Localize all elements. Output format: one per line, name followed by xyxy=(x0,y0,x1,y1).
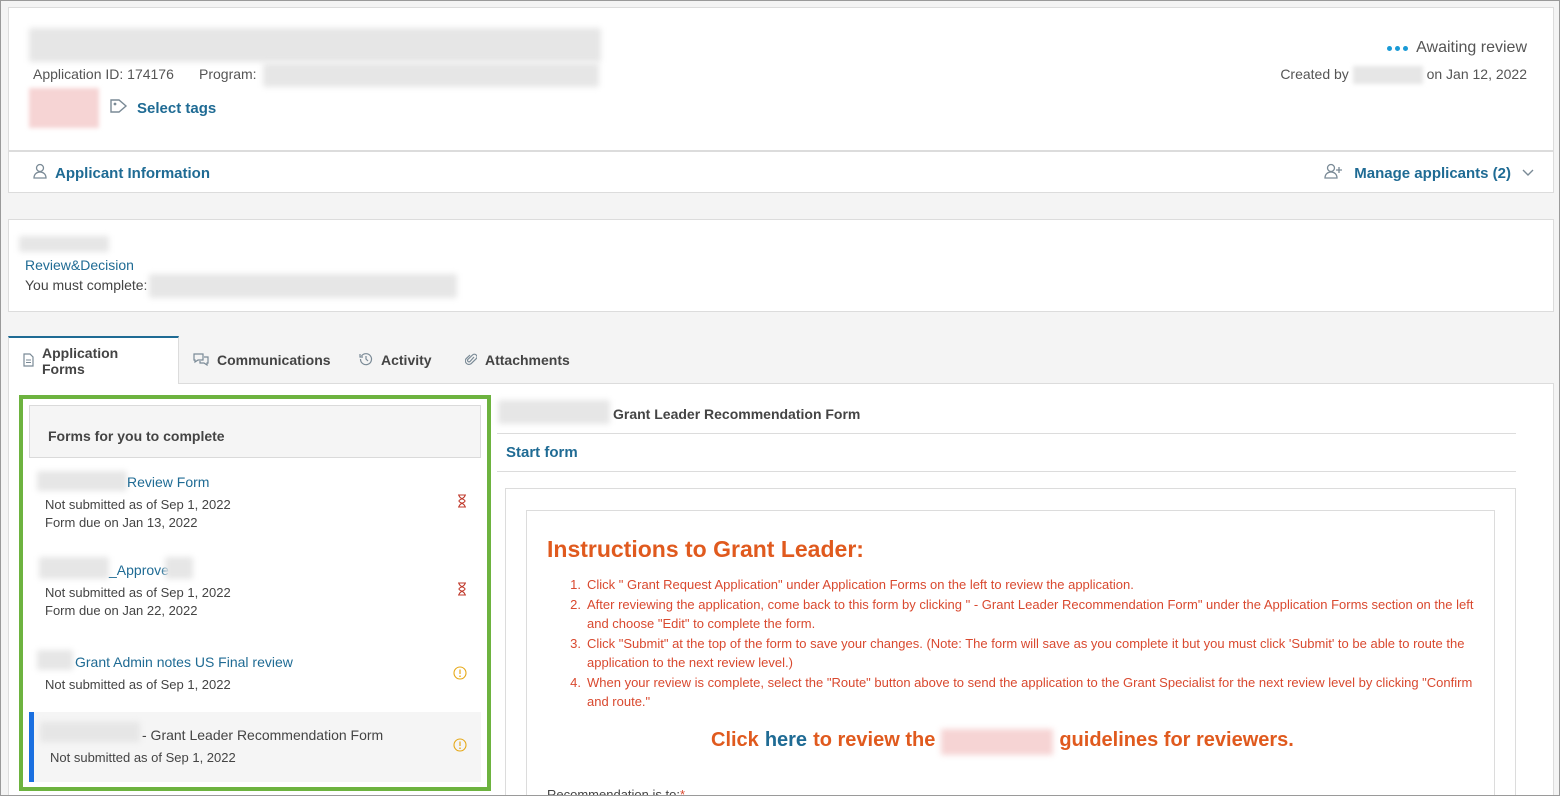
must-complete-label: You must complete: xyxy=(25,277,148,293)
redacted-application-title xyxy=(29,28,601,62)
manage-applicants-label: Manage applicants (2) xyxy=(1354,164,1511,182)
guidelines-prefix: Click xyxy=(711,729,759,751)
recommendation-label: Recommendation is to:* xyxy=(547,787,686,796)
redacted-form-prefix xyxy=(37,650,73,670)
redacted-program-name xyxy=(263,63,599,87)
instructions-title: Instructions to Grant Leader: xyxy=(547,536,864,562)
guidelines-suffix: guidelines for reviewers. xyxy=(1059,729,1294,751)
form-heading: Grant Leader Recommendation Form xyxy=(613,406,861,422)
applicant-information-label: Applicant Information xyxy=(55,164,210,182)
divider xyxy=(497,433,1516,434)
instruction-step-text: After reviewing the application, come ba… xyxy=(587,596,1474,632)
form-title[interactable]: _Approve xyxy=(109,562,169,578)
form-due: Form due on Jan 22, 2022 xyxy=(45,603,198,618)
tab-activity[interactable]: Activity xyxy=(345,336,446,384)
form-title[interactable]: - Grant Leader Recommendation Form xyxy=(142,727,383,743)
history-icon xyxy=(359,352,373,369)
redacted-form-prefix xyxy=(37,471,127,491)
form-due: Form due on Jan 13, 2022 xyxy=(45,515,198,530)
redacted-form-prefix xyxy=(39,557,109,579)
app-window: Application ID: 174176 Program: Select t… xyxy=(0,0,1560,796)
select-tags-label: Select tags xyxy=(137,99,217,117)
form-status: Not submitted as of Sep 1, 2022 xyxy=(45,497,231,512)
applicant-bar: Applicant Information Manage applicants … xyxy=(8,151,1554,193)
info-icon xyxy=(453,666,467,683)
tab-attachments[interactable]: Attachments xyxy=(451,336,584,384)
instructions-list: 1. Click " Grant Request Application" und… xyxy=(547,575,1477,712)
instruction-step: 2. After reviewing the application, come … xyxy=(547,595,1477,634)
paperclip-icon xyxy=(464,352,478,369)
more-dots-icon xyxy=(1387,45,1409,51)
program-label: Program: xyxy=(199,66,257,82)
tab-label: Application Forms xyxy=(42,345,119,377)
instruction-step-text: Click "Submit" at the top of the form to… xyxy=(587,635,1465,671)
redacted-creator xyxy=(1352,66,1423,85)
redacted-form-prefix xyxy=(498,400,610,424)
review-decision-card: Review&Decision You must complete: xyxy=(8,219,1554,312)
created-by-label: Created by xyxy=(1280,66,1349,82)
add-user-icon xyxy=(1324,163,1344,183)
form-item-grant-leader-recommendation[interactable]: - Grant Leader Recommendation Form Not s… xyxy=(29,712,481,782)
forms-panel-heading: Forms for you to complete xyxy=(29,405,481,458)
tag-icon xyxy=(109,98,129,118)
instruction-step-text: Click " Grant Request Application" under… xyxy=(587,577,1134,592)
start-form-button[interactable]: Start form xyxy=(506,444,578,461)
tab-label: Attachments xyxy=(485,352,570,368)
redacted-organization xyxy=(941,729,1054,755)
chat-icon xyxy=(193,352,209,369)
hourglass-icon xyxy=(457,494,467,511)
guidelines-mid: to review the xyxy=(813,729,936,751)
guidelines-line: Click here to review the guidelines for … xyxy=(711,729,1294,755)
redacted-form-prefix xyxy=(40,722,140,742)
form-item-approve[interactable]: _Approve Not submitted as of Sep 1, 2022… xyxy=(29,549,481,631)
instruction-step: 1. Click " Grant Request Application" und… xyxy=(547,575,1477,595)
manage-applicants-button[interactable]: Manage applicants (2) xyxy=(1324,163,1535,183)
tab-application-forms[interactable]: Application Forms xyxy=(8,336,179,384)
redacted-required-form xyxy=(149,274,457,298)
info-icon xyxy=(453,738,467,755)
forms-to-complete-panel: Forms for you to complete Review Form No… xyxy=(19,395,491,791)
instruction-step: 3. Click "Submit" at the top of the form … xyxy=(547,634,1477,673)
select-tags-button[interactable]: Select tags xyxy=(109,98,216,118)
created-date: on Jan 12, 2022 xyxy=(1426,66,1527,82)
divider xyxy=(497,471,1516,472)
redacted-tag xyxy=(29,88,99,128)
form-status: Not submitted as of Sep 1, 2022 xyxy=(45,585,231,600)
required-asterisk: * xyxy=(679,787,686,796)
redacted-stage-name xyxy=(19,236,109,252)
form-item-review-form[interactable]: Review Form Not submitted as of Sep 1, 2… xyxy=(29,461,481,543)
form-item-admin-notes[interactable]: Grant Admin notes US Final review Not su… xyxy=(29,642,481,702)
application-header: Application ID: 174176 Program: Select t… xyxy=(8,7,1554,151)
hourglass-icon xyxy=(457,582,467,599)
status-badge: Awaiting review xyxy=(1387,39,1527,57)
tab-label: Activity xyxy=(381,352,432,368)
applicant-information-link[interactable]: Applicant Information xyxy=(33,163,210,183)
status-text: Awaiting review xyxy=(1416,39,1527,56)
form-status: Not submitted as of Sep 1, 2022 xyxy=(50,750,236,765)
document-icon xyxy=(23,352,34,370)
instruction-step: 4. When your review is complete, select t… xyxy=(547,673,1477,712)
review-decision-link[interactable]: Review&Decision xyxy=(25,257,134,273)
form-title[interactable]: Grant Admin notes US Final review xyxy=(75,654,293,670)
created-info: Created by on Jan 12, 2022 xyxy=(1280,66,1527,85)
form-status: Not submitted as of Sep 1, 2022 xyxy=(45,677,231,692)
instruction-step-text: When your review is complete, select the… xyxy=(587,674,1473,710)
tab-communications[interactable]: Communications xyxy=(179,336,345,384)
user-icon xyxy=(33,163,47,183)
recommendation-text: Recommendation is to: xyxy=(547,787,680,796)
tab-label: Communications xyxy=(217,352,331,368)
redacted-form-suffix xyxy=(165,557,193,579)
application-id: Application ID: 174176 xyxy=(33,66,174,82)
guidelines-here-link[interactable]: here xyxy=(765,729,807,755)
chevron-down-icon xyxy=(1521,165,1535,182)
form-title[interactable]: Review Form xyxy=(127,474,209,490)
